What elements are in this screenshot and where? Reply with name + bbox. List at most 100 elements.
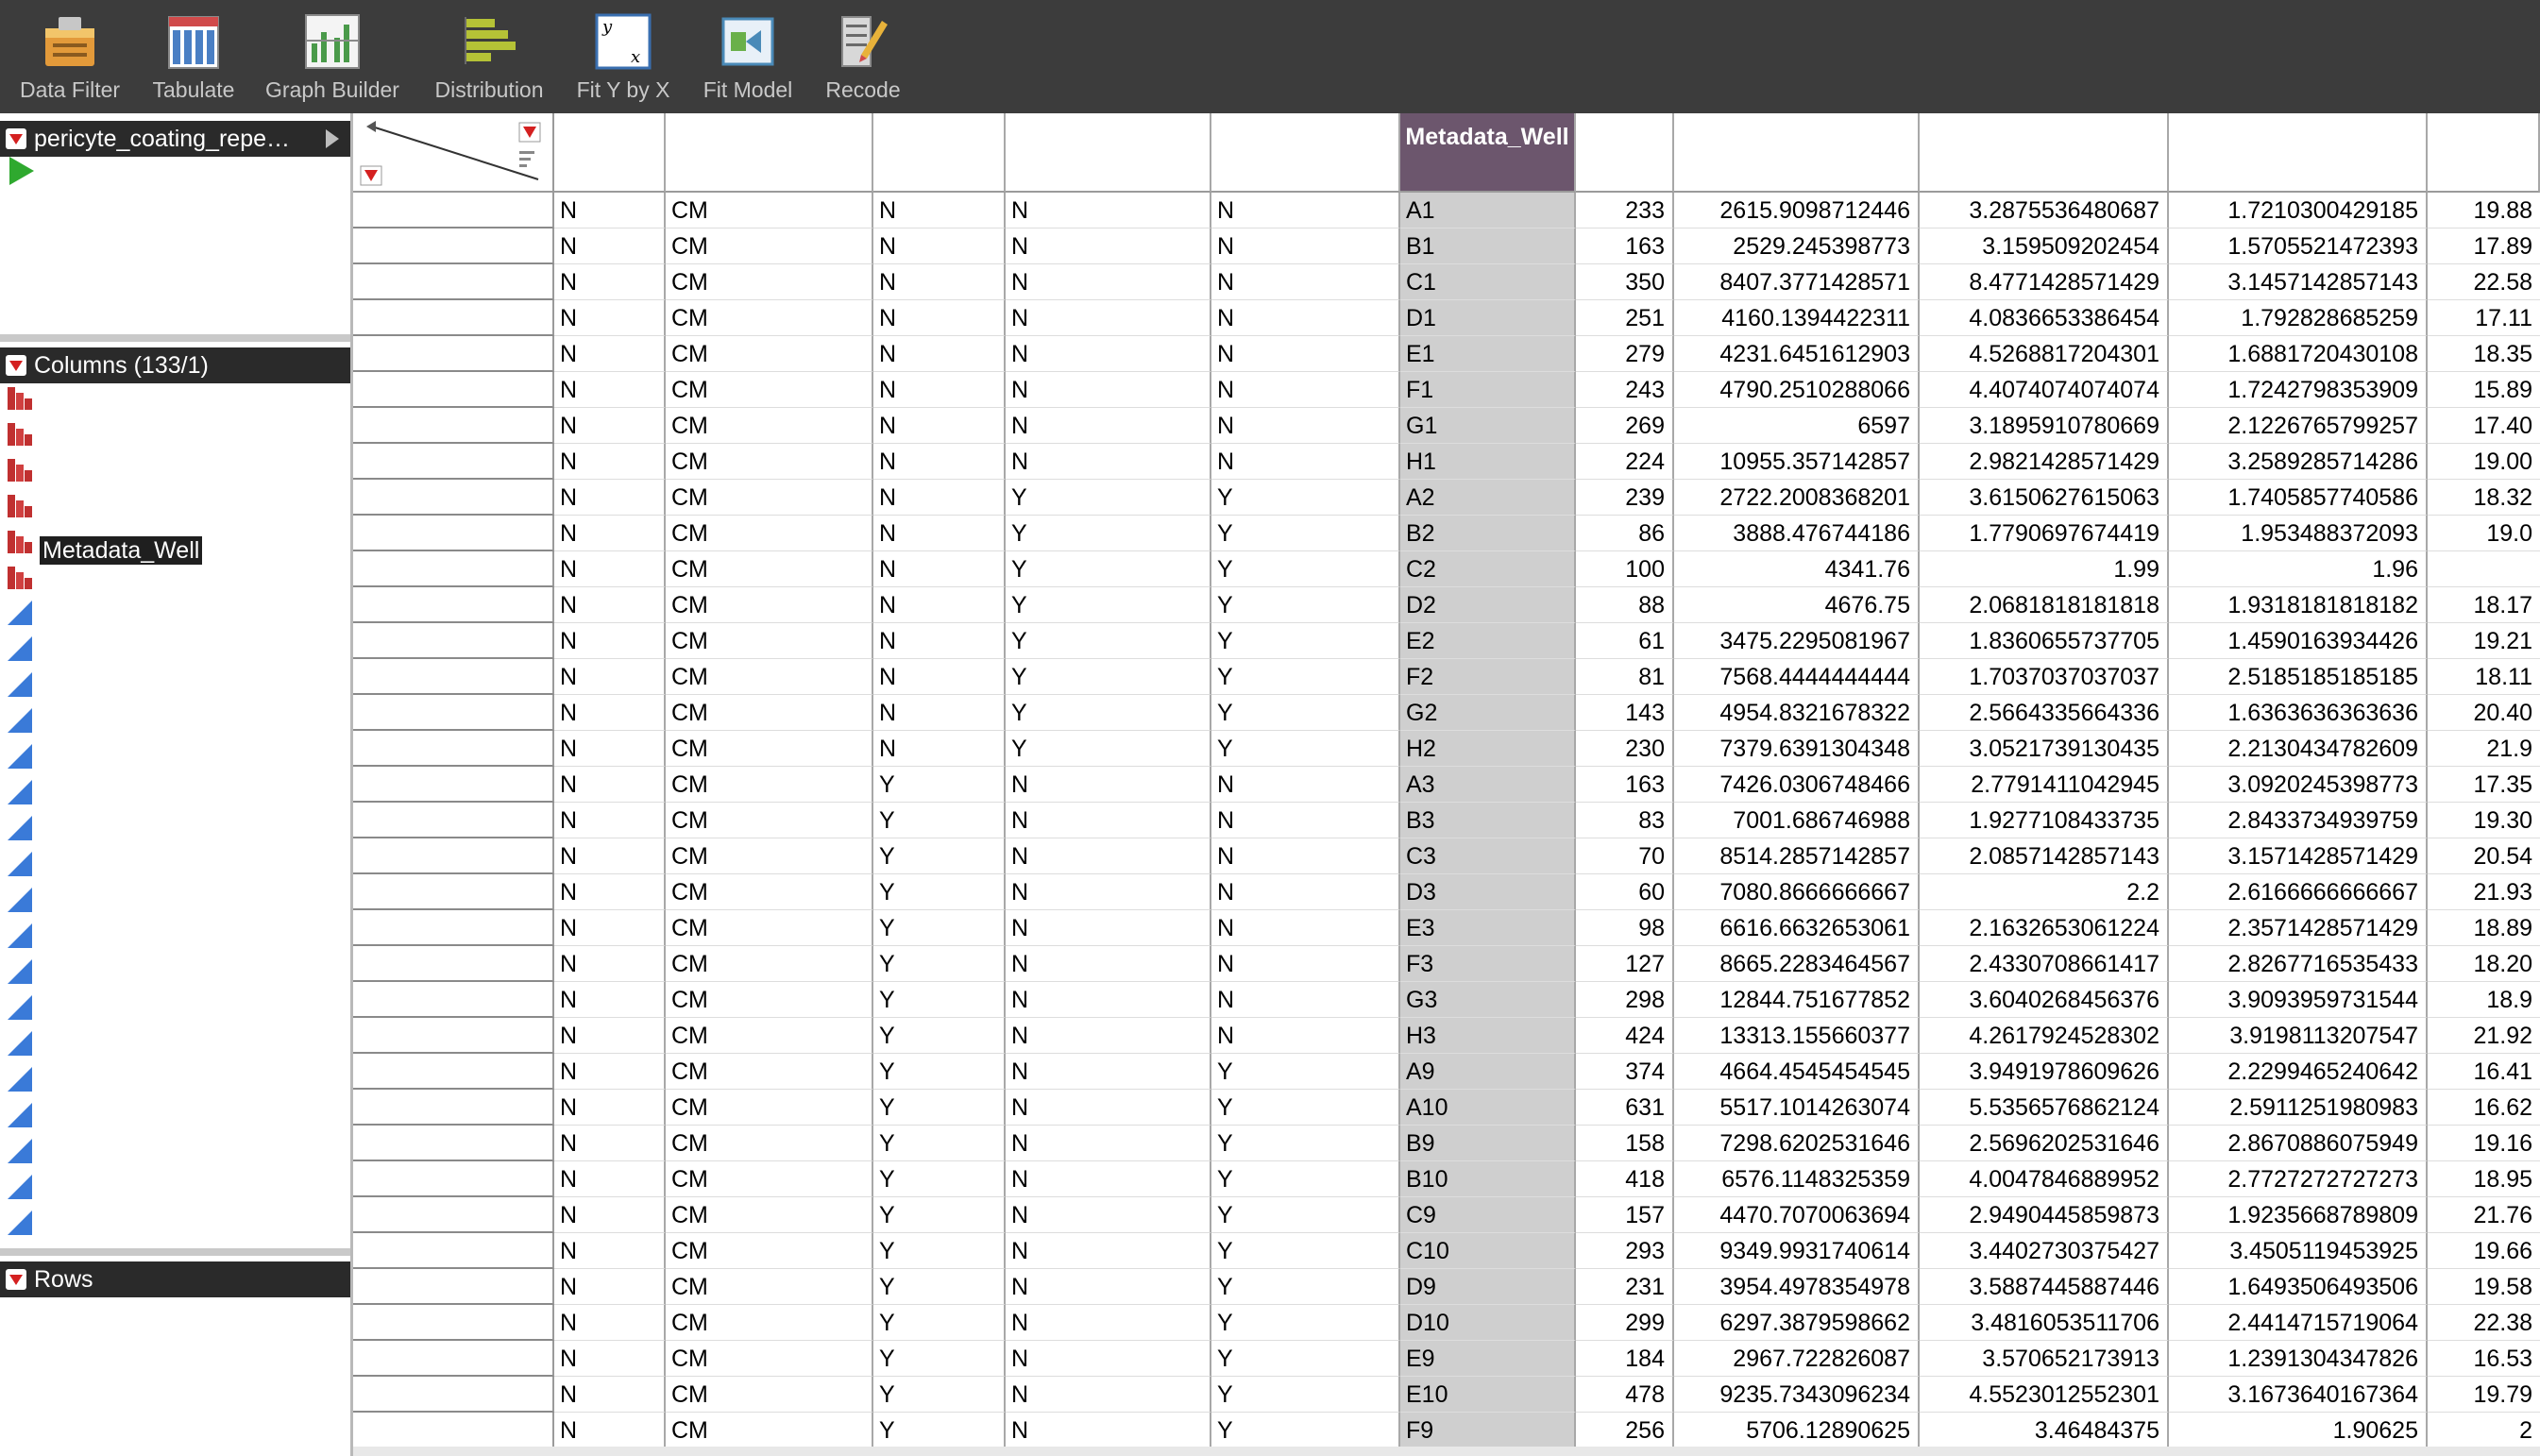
table-cell[interactable]: Y: [873, 1054, 1006, 1090]
table-cell[interactable]: 100: [1576, 551, 1674, 587]
table-cell[interactable]: CM: [666, 838, 873, 874]
table-cell[interactable]: 4664.4545454545: [1674, 1054, 1920, 1090]
table-cell[interactable]: CM: [666, 982, 873, 1018]
table-cell[interactable]: 5517.1014263074: [1674, 1090, 1920, 1126]
table-cell[interactable]: Y: [1006, 695, 1211, 731]
table-cell[interactable]: 2.0681818181818: [1920, 587, 2169, 623]
table-cell[interactable]: N: [554, 1269, 666, 1305]
table-cell[interactable]: 6576.1148325359: [1674, 1161, 1920, 1197]
table-cell[interactable]: 19.30: [2428, 803, 2540, 838]
row-header[interactable]: [353, 300, 554, 336]
well-cell[interactable]: C1: [1400, 264, 1576, 300]
table-cell[interactable]: Y: [1211, 1341, 1400, 1377]
table-cell[interactable]: N: [873, 731, 1006, 767]
table-cell[interactable]: N: [554, 1126, 666, 1161]
table-cell[interactable]: N: [873, 336, 1006, 372]
well-cell[interactable]: C2: [1400, 551, 1576, 587]
well-cell[interactable]: D3: [1400, 874, 1576, 910]
table-cell[interactable]: N: [554, 803, 666, 838]
continuous-column-icon[interactable]: [6, 1065, 34, 1093]
column-header[interactable]: [2428, 113, 2540, 193]
table-cell[interactable]: N: [1006, 803, 1211, 838]
row-header[interactable]: [353, 1161, 554, 1197]
table-cell[interactable]: 17.11: [2428, 300, 2540, 336]
table-cell[interactable]: Y: [1211, 1126, 1400, 1161]
table-cell[interactable]: 16.41: [2428, 1054, 2540, 1090]
table-menu-icon[interactable]: [6, 128, 26, 149]
table-cell[interactable]: 3.1457142857143: [2169, 264, 2428, 300]
table-cell[interactable]: 231: [1576, 1269, 1674, 1305]
nominal-column-icon[interactable]: [6, 527, 34, 555]
table-cell[interactable]: 631: [1576, 1090, 1674, 1126]
table-cell[interactable]: 158: [1576, 1126, 1674, 1161]
table-cell[interactable]: N: [554, 910, 666, 946]
table-cell[interactable]: 19.16: [2428, 1126, 2540, 1161]
well-cell[interactable]: E9: [1400, 1341, 1576, 1377]
table-cell[interactable]: N: [1211, 982, 1400, 1018]
table-cell[interactable]: 3.4816053511706: [1920, 1305, 2169, 1341]
table-cell[interactable]: N: [873, 300, 1006, 336]
table-cell[interactable]: 2.0857142857143: [1920, 838, 2169, 874]
table-cell[interactable]: 3.9093959731544: [2169, 982, 2428, 1018]
row-header[interactable]: [353, 695, 554, 731]
continuous-column-icon[interactable]: [6, 922, 34, 950]
table-cell[interactable]: 4231.6451612903: [1674, 336, 1920, 372]
table-cell[interactable]: 18.9: [2428, 982, 2540, 1018]
table-cell[interactable]: 3.6150627615063: [1920, 480, 2169, 516]
table-cell[interactable]: 18.20: [2428, 946, 2540, 982]
well-cell[interactable]: D9: [1400, 1269, 1576, 1305]
row-header[interactable]: [353, 444, 554, 480]
continuous-column-icon[interactable]: [6, 1173, 34, 1201]
table-cell[interactable]: N: [1211, 336, 1400, 372]
table-cell[interactable]: N: [554, 767, 666, 803]
table-cell[interactable]: Y: [1006, 480, 1211, 516]
table-cell[interactable]: 4.2617924528302: [1920, 1018, 2169, 1054]
table-cell[interactable]: 2.7791411042945: [1920, 767, 2169, 803]
table-cell[interactable]: N: [554, 1413, 666, 1448]
table-cell[interactable]: N: [1006, 1197, 1211, 1233]
recode-button[interactable]: Recode: [818, 0, 908, 113]
table-cell[interactable]: 269: [1576, 408, 1674, 444]
well-cell[interactable]: E10: [1400, 1377, 1576, 1413]
row-header[interactable]: [353, 946, 554, 982]
well-cell[interactable]: F1: [1400, 372, 1576, 408]
table-cell[interactable]: 230: [1576, 731, 1674, 767]
row-header[interactable]: [353, 1377, 554, 1413]
table-cell[interactable]: 60: [1576, 874, 1674, 910]
table-cell[interactable]: 3.2589285714286: [2169, 444, 2428, 480]
column-header[interactable]: [873, 113, 1006, 193]
table-cell[interactable]: Y: [873, 1377, 1006, 1413]
table-cell[interactable]: N: [554, 480, 666, 516]
table-cell[interactable]: Y: [873, 1161, 1006, 1197]
run-script-icon[interactable]: [9, 157, 34, 185]
well-cell[interactable]: H1: [1400, 444, 1576, 480]
table-cell[interactable]: N: [1006, 1377, 1211, 1413]
table-cell[interactable]: 2967.722826087: [1674, 1341, 1920, 1377]
table-cell[interactable]: N: [1006, 336, 1211, 372]
table-cell[interactable]: 3.570652173913: [1920, 1341, 2169, 1377]
table-cell[interactable]: 19.88: [2428, 193, 2540, 229]
table-cell[interactable]: N: [1006, 300, 1211, 336]
table-cell[interactable]: Y: [1006, 516, 1211, 551]
well-cell[interactable]: A1: [1400, 193, 1576, 229]
table-cell[interactable]: N: [1211, 444, 1400, 480]
table-cell[interactable]: Y: [873, 803, 1006, 838]
table-cell[interactable]: 4.5268817204301: [1920, 336, 2169, 372]
table-cell[interactable]: N: [1006, 1090, 1211, 1126]
table-cell[interactable]: Y: [1211, 1090, 1400, 1126]
table-cell[interactable]: Y: [873, 1197, 1006, 1233]
nominal-column-icon[interactable]: [6, 563, 34, 591]
table-cell[interactable]: CM: [666, 408, 873, 444]
table-cell[interactable]: 4676.75: [1674, 587, 1920, 623]
table-cell[interactable]: N: [873, 551, 1006, 587]
table-cell[interactable]: N: [1211, 838, 1400, 874]
table-cell[interactable]: N: [1006, 1126, 1211, 1161]
table-cell[interactable]: Y: [1211, 1054, 1400, 1090]
well-cell[interactable]: B9: [1400, 1126, 1576, 1161]
table-cell[interactable]: CM: [666, 1161, 873, 1197]
table-cell[interactable]: CM: [666, 874, 873, 910]
well-cell[interactable]: A9: [1400, 1054, 1576, 1090]
table-cell[interactable]: Y: [873, 1341, 1006, 1377]
table-cell[interactable]: N: [873, 372, 1006, 408]
table-cell[interactable]: 3.9198113207547: [2169, 1018, 2428, 1054]
